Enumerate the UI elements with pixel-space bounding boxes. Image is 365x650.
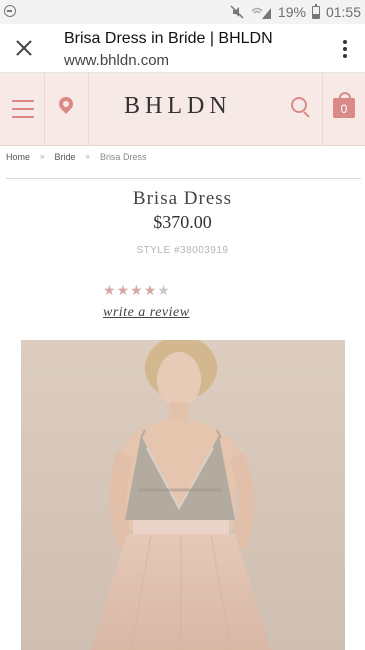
divider <box>88 73 89 145</box>
shopping-bag-icon[interactable]: 0 <box>333 92 355 118</box>
star-icon: ★ <box>103 282 117 298</box>
star-icon: ★ <box>143 282 158 298</box>
signal-icon <box>251 7 271 19</box>
battery-percent: 19% <box>277 4 306 20</box>
url-text[interactable]: www.bhldn.com <box>64 52 169 69</box>
write-review-link[interactable]: write a review <box>103 305 190 321</box>
site-header: BHLDN <box>0 73 365 146</box>
menu-icon[interactable] <box>12 100 34 118</box>
more-options-icon[interactable] <box>343 40 347 58</box>
product-photo-icon <box>21 340 345 650</box>
clock: 01:55 <box>325 4 361 20</box>
breadcrumb-home[interactable]: Home <box>6 152 30 162</box>
star-icon: ★ <box>157 282 171 298</box>
site-logo[interactable]: BHLDN <box>124 93 232 120</box>
mute-icon <box>230 5 244 19</box>
product-name: Brisa Dress <box>132 188 233 209</box>
product-image[interactable] <box>21 340 345 650</box>
system-status-bar: 19% 01:55 <box>0 0 365 24</box>
browser-toolbar: Brisa Dress in Bride | BHLDN www.bhldn.c… <box>0 24 365 73</box>
location-pin-icon[interactable] <box>56 94 76 114</box>
product-price: $370.00 <box>153 212 212 232</box>
breadcrumb-separator-icon: » <box>85 152 90 161</box>
style-number: STYLE #38003919 <box>136 245 229 256</box>
divider <box>44 73 45 145</box>
page-title: Brisa Dress in Bride | BHLDN <box>64 30 273 47</box>
divider <box>322 73 323 145</box>
search-icon[interactable] <box>291 97 307 113</box>
close-icon[interactable] <box>14 38 34 58</box>
star-icon: ★ <box>130 282 144 298</box>
breadcrumb-bride[interactable]: Bride <box>54 152 75 162</box>
star-icon: ★ <box>116 282 131 298</box>
breadcrumb-current: Brisa Dress <box>99 152 147 162</box>
divider <box>6 178 361 179</box>
rating-stars[interactable]: ★★★★★ <box>103 282 171 299</box>
do-not-disturb-icon <box>4 5 16 17</box>
battery-icon <box>311 3 320 19</box>
breadcrumb: Home » Bride » Brisa Dress <box>6 152 146 162</box>
breadcrumb-separator-icon: » <box>40 152 45 161</box>
status-right: 19% 01:55 <box>230 3 361 20</box>
